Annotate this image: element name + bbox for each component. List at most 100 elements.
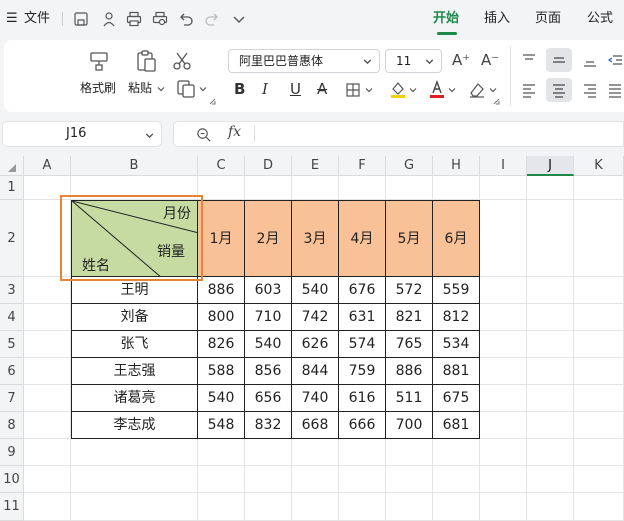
cell-J7[interactable] bbox=[527, 385, 574, 412]
cell-J1[interactable] bbox=[527, 176, 574, 200]
print-preview-icon[interactable] bbox=[152, 11, 168, 27]
value-cell[interactable]: 540 bbox=[198, 385, 245, 412]
font-color-icon[interactable] bbox=[428, 80, 446, 98]
cell-G9[interactable] bbox=[386, 439, 433, 466]
cell-K11[interactable] bbox=[574, 493, 624, 521]
row-header-8[interactable]: 8 bbox=[0, 412, 24, 439]
cell-I6[interactable] bbox=[480, 358, 527, 385]
value-cell[interactable]: 832 bbox=[245, 412, 292, 439]
chevron-down-icon[interactable] bbox=[447, 85, 457, 95]
cell-I8[interactable] bbox=[480, 412, 527, 439]
cell-A8[interactable] bbox=[24, 412, 71, 439]
cell-D11[interactable] bbox=[245, 493, 292, 521]
column-header-a[interactable]: A bbox=[24, 156, 71, 176]
value-cell[interactable]: 574 bbox=[339, 331, 386, 358]
value-cell[interactable]: 534 bbox=[433, 331, 480, 358]
cell-K9[interactable] bbox=[574, 439, 624, 466]
cell-H1[interactable] bbox=[433, 176, 480, 200]
value-cell[interactable]: 588 bbox=[198, 358, 245, 385]
value-cell[interactable]: 844 bbox=[292, 358, 339, 385]
month-header-cell[interactable]: 2月 bbox=[245, 200, 292, 277]
month-header-cell[interactable]: 4月 bbox=[339, 200, 386, 277]
cell-K4[interactable] bbox=[574, 304, 624, 331]
dialog-launcher-icon[interactable] bbox=[209, 98, 216, 105]
chevron-down-icon[interactable] bbox=[198, 84, 208, 94]
cell-A4[interactable] bbox=[24, 304, 71, 331]
value-cell[interactable]: 616 bbox=[339, 385, 386, 412]
cell-H9[interactable] bbox=[433, 439, 480, 466]
month-header-cell[interactable]: 5月 bbox=[386, 200, 433, 277]
tab-page[interactable]: 页面 bbox=[535, 9, 561, 29]
cell-H11[interactable] bbox=[433, 493, 480, 521]
cell-K7[interactable] bbox=[574, 385, 624, 412]
paste-icon[interactable] bbox=[134, 49, 158, 73]
zoom-search-icon[interactable] bbox=[196, 127, 211, 142]
value-cell[interactable]: 540 bbox=[245, 331, 292, 358]
hamburger-icon[interactable]: ☰ bbox=[6, 9, 18, 29]
cell-K1[interactable] bbox=[574, 176, 624, 200]
chevron-down-icon[interactable] bbox=[231, 11, 247, 27]
cell-J10[interactable] bbox=[527, 466, 574, 493]
value-cell[interactable]: 881 bbox=[433, 358, 480, 385]
row-header-11[interactable]: 11 bbox=[0, 493, 24, 521]
row-header-1[interactable]: 1 bbox=[0, 176, 24, 200]
format-painter-icon[interactable] bbox=[88, 50, 110, 72]
column-header-e[interactable]: E bbox=[292, 156, 339, 176]
align-bottom-icon[interactable] bbox=[582, 52, 598, 68]
italic-icon[interactable]: I bbox=[262, 80, 268, 98]
cell-A9[interactable] bbox=[24, 439, 71, 466]
month-header-cell[interactable]: 3月 bbox=[292, 200, 339, 277]
row-header-3[interactable]: 3 bbox=[0, 277, 24, 304]
cell-E11[interactable] bbox=[292, 493, 339, 521]
cell-B1[interactable] bbox=[71, 176, 198, 200]
cell-K2[interactable] bbox=[574, 200, 624, 277]
value-cell[interactable]: 559 bbox=[433, 277, 480, 304]
column-header-j[interactable]: J bbox=[527, 156, 574, 176]
cell-A1[interactable] bbox=[24, 176, 71, 200]
value-cell[interactable]: 800 bbox=[198, 304, 245, 331]
cell-C10[interactable] bbox=[198, 466, 245, 493]
cell-J11[interactable] bbox=[527, 493, 574, 521]
name-cell[interactable]: 刘备 bbox=[71, 304, 198, 331]
value-cell[interactable]: 540 bbox=[292, 277, 339, 304]
column-header-b[interactable]: B bbox=[71, 156, 198, 176]
strikethrough-icon[interactable]: A bbox=[317, 80, 327, 98]
name-cell[interactable]: 李志成 bbox=[71, 412, 198, 439]
column-header-h[interactable]: H bbox=[433, 156, 480, 176]
cell-I9[interactable] bbox=[480, 439, 527, 466]
name-cell[interactable]: 诸葛亮 bbox=[71, 385, 198, 412]
cell-J4[interactable] bbox=[527, 304, 574, 331]
cell-D1[interactable] bbox=[245, 176, 292, 200]
align-top-icon[interactable] bbox=[521, 52, 537, 68]
value-cell[interactable]: 812 bbox=[433, 304, 480, 331]
value-cell[interactable]: 710 bbox=[245, 304, 292, 331]
cell-B9[interactable] bbox=[71, 439, 198, 466]
value-cell[interactable]: 856 bbox=[245, 358, 292, 385]
save-icon[interactable] bbox=[73, 11, 89, 27]
cell-E9[interactable] bbox=[292, 439, 339, 466]
value-cell[interactable]: 681 bbox=[433, 412, 480, 439]
diagonal-header-cell[interactable]: 月份 销量 姓名 bbox=[71, 200, 199, 278]
value-cell[interactable]: 626 bbox=[292, 331, 339, 358]
value-cell[interactable]: 886 bbox=[198, 277, 245, 304]
select-all-corner[interactable] bbox=[0, 156, 24, 176]
value-cell[interactable]: 742 bbox=[292, 304, 339, 331]
fill-color-icon[interactable] bbox=[389, 80, 407, 98]
cell-A2[interactable] bbox=[24, 200, 71, 277]
share-icon[interactable] bbox=[101, 11, 117, 27]
format-painter-label[interactable]: 格式刷 bbox=[80, 80, 116, 96]
cell-K10[interactable] bbox=[574, 466, 624, 493]
font-size-dropdown[interactable]: 11 bbox=[385, 49, 442, 73]
cell-A10[interactable] bbox=[24, 466, 71, 493]
cell-A7[interactable] bbox=[24, 385, 71, 412]
decrease-font-size-icon[interactable]: A⁻ bbox=[481, 51, 499, 69]
justify-icon[interactable] bbox=[607, 82, 623, 98]
align-middle-button[interactable] bbox=[546, 48, 572, 72]
cell-E10[interactable] bbox=[292, 466, 339, 493]
tab-insert[interactable]: 插入 bbox=[484, 9, 510, 29]
chevron-down-icon[interactable] bbox=[364, 85, 374, 95]
tab-formula[interactable]: 公式 bbox=[587, 9, 613, 29]
cell-A3[interactable] bbox=[24, 277, 71, 304]
cell-F9[interactable] bbox=[339, 439, 386, 466]
value-cell[interactable]: 759 bbox=[339, 358, 386, 385]
